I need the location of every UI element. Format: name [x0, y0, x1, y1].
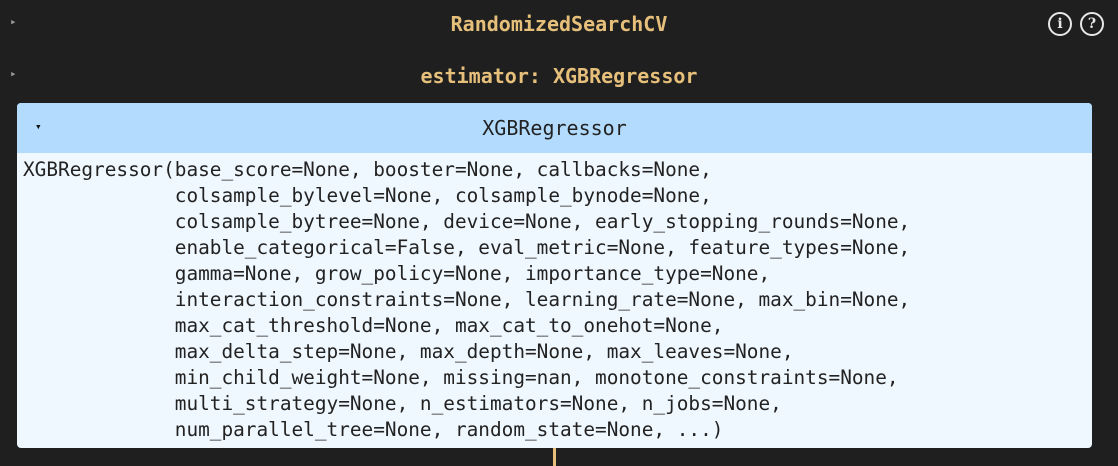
xgbregressor-card-header[interactable]: ▾ XGBRegressor: [17, 103, 1092, 153]
repr-line: gamma=None, grow_policy=None, importance…: [23, 262, 771, 285]
estimator-row[interactable]: ▸ estimator: XGBRegressor: [0, 54, 1118, 98]
xgbregressor-card-title: XGBRegressor: [482, 116, 627, 140]
repr-line: enable_categorical=False, eval_metric=No…: [23, 236, 911, 259]
repr-line: min_child_weight=None, missing=nan, mono…: [23, 366, 899, 389]
info-icon[interactable]: i: [1048, 12, 1072, 36]
estimator-repr-text: XGBRegressor(base_score=None, booster=No…: [17, 153, 1092, 443]
help-icon[interactable]: ?: [1080, 12, 1104, 36]
connector-line: [553, 448, 556, 466]
repr-line: interaction_constraints=None, learning_r…: [23, 288, 911, 311]
repr-line: colsample_bylevel=None, colsample_bynode…: [23, 184, 712, 207]
randomized-search-cv-title[interactable]: RandomizedSearchCV: [0, 12, 1118, 36]
repr-line: multi_strategy=None, n_estimators=None, …: [23, 392, 782, 415]
repr-line: XGBRegressor(base_score=None, booster=No…: [23, 158, 712, 181]
repr-line: max_delta_step=None, max_depth=None, max…: [23, 340, 794, 363]
repr-line: colsample_bytree=None, device=None, earl…: [23, 210, 911, 233]
header-icons: i ?: [1048, 12, 1104, 36]
estimator-title[interactable]: estimator: XGBRegressor: [0, 64, 1118, 88]
repr-line: num_parallel_tree=None, random_state=Non…: [23, 418, 724, 441]
xgbregressor-card: ▾ XGBRegressor XGBRegressor(base_score=N…: [17, 103, 1092, 448]
randomized-search-cv-row[interactable]: ▸ RandomizedSearchCV i ?: [0, 2, 1118, 46]
repr-line: max_cat_threshold=None, max_cat_to_oneho…: [23, 314, 724, 337]
